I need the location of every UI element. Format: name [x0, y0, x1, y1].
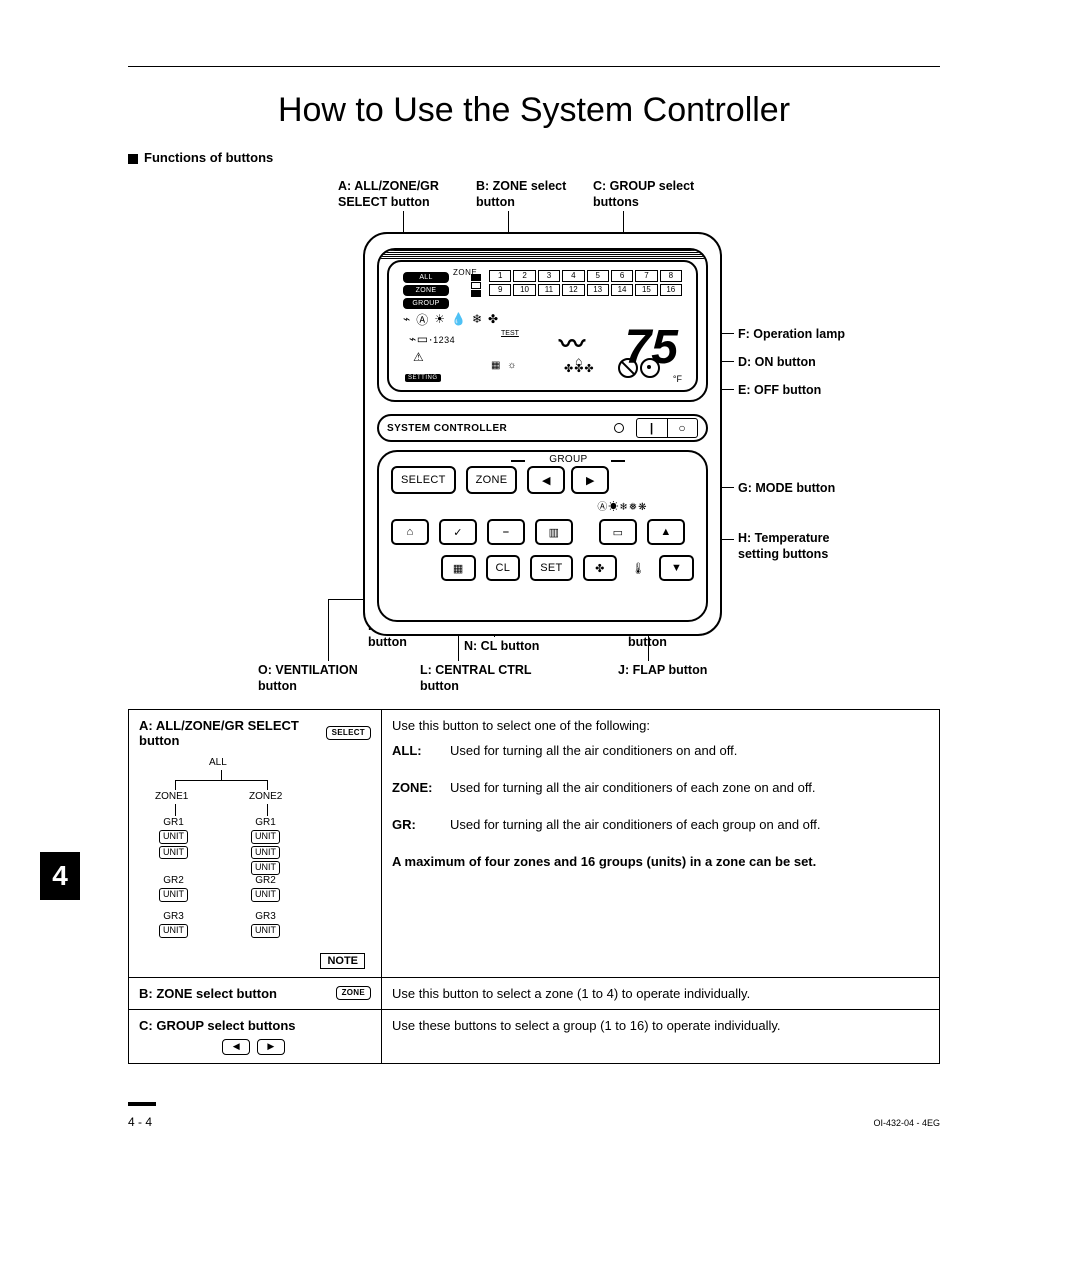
- mode-all-pill: ALL: [403, 272, 449, 283]
- note-badge: NOTE: [320, 953, 365, 969]
- row-c-head: C: GROUP select buttons: [139, 1018, 296, 1033]
- ventilation-button[interactable]: ⌂: [391, 519, 429, 545]
- group-prev-button[interactable]: ◀: [527, 466, 565, 494]
- thermometer-icon: 🌡: [631, 562, 645, 575]
- callout-a: A: ALL/ZONE/GR SELECT button: [338, 179, 468, 210]
- sun-icon: ☀: [434, 312, 445, 326]
- def-zone-term: ZONE:: [392, 780, 444, 795]
- page-title: How to Use the System Controller: [128, 91, 940, 130]
- group-cell: 13: [587, 284, 609, 296]
- temperature-display: 75: [625, 320, 678, 375]
- section-header: Functions of buttons: [128, 150, 940, 165]
- chapter-tab: 4: [40, 852, 80, 900]
- operation-lamp: [614, 423, 624, 433]
- callout-e: E: OFF button: [738, 383, 821, 399]
- callout-o: O: VENTILATION button: [258, 663, 368, 694]
- callout-d: D: ON button: [738, 355, 816, 371]
- set-button[interactable]: SET: [530, 555, 572, 581]
- row-b-desc: Use this button to select a zone (1 to 4…: [382, 978, 940, 1010]
- central-button[interactable]: ▥: [535, 519, 573, 545]
- callout-n: N: CL button: [464, 639, 539, 655]
- def-gr-term: GR:: [392, 817, 444, 832]
- off-button[interactable]: ○: [668, 419, 698, 437]
- temp-unit: °F: [673, 374, 682, 384]
- fan-bold-icon: ✤: [488, 312, 498, 326]
- group-cell: 2: [513, 270, 535, 282]
- mode-zone-pill: ZONE: [403, 285, 449, 296]
- zone-indicator-icon: [471, 274, 481, 296]
- footer-page-number: 4 - 4: [128, 1115, 152, 1129]
- temp-up-button[interactable]: ▲: [647, 519, 685, 545]
- callout-f: F: Operation lamp: [738, 327, 845, 343]
- zone-mini-button: ZONE: [336, 986, 371, 1000]
- def-all-term: ALL:: [392, 743, 444, 758]
- select-mini-button: SELECT: [326, 726, 371, 740]
- group-cell: 16: [660, 284, 682, 296]
- flap-button[interactable]: ⎯: [487, 519, 525, 545]
- drop-icon: 💧: [451, 312, 466, 326]
- plug-icon: ⌁: [403, 312, 410, 326]
- group-cell: 10: [513, 284, 535, 296]
- mode-button[interactable]: ▭: [599, 519, 637, 545]
- callout-h: H: Temperature setting buttons: [738, 531, 848, 562]
- select-button[interactable]: SELECT: [391, 466, 456, 494]
- group-cell: 4: [562, 270, 584, 282]
- group-cell: 6: [611, 270, 633, 282]
- test-label: TEST: [501, 330, 519, 337]
- check-button[interactable]: ✓: [439, 519, 477, 545]
- controller-diagram: A: ALL/ZONE/GR SELECT button B: ZONE sel…: [228, 179, 848, 709]
- callout-c: C: GROUP select buttons: [593, 179, 723, 210]
- a-circle-icon: Ⓐ: [416, 311, 428, 328]
- callout-j: J: FLAP button: [618, 663, 707, 679]
- mode-group-pill: GROUP: [403, 298, 449, 309]
- callout-l: L: CENTRAL CTRL button: [420, 663, 540, 694]
- snow-icon: ❄: [472, 312, 482, 326]
- lcd-screen: ALL ZONE GROUP ZONE 12345678910111213141…: [377, 248, 708, 402]
- footer-bar: [128, 1102, 156, 1106]
- def-gr-text: Used for turning all the air conditioner…: [450, 817, 929, 832]
- group-cell: 11: [538, 284, 560, 296]
- grid-button[interactable]: ▦: [441, 555, 476, 581]
- row-a-desc: Use this button to select one of the fol…: [392, 718, 929, 733]
- def-zone-text: Used for turning all the air conditioner…: [450, 780, 929, 795]
- def-all-text: Used for turning all the air conditioner…: [450, 743, 929, 758]
- fan-level-icons: ✤✤✤: [564, 362, 595, 375]
- group-cell: 3: [538, 270, 560, 282]
- right-mini-button: ▶: [257, 1039, 285, 1055]
- callout-b: B: ZONE select button: [476, 179, 596, 210]
- swirl-icon: 〰: [559, 324, 585, 361]
- note-text: A maximum of four zones and 16 groups (u…: [392, 854, 929, 869]
- warning-icon: ⚠: [413, 350, 424, 364]
- hierarchy-diagram: ALL ZONE1 ZONE2 GR1 UNIT UNIT: [139, 756, 371, 946]
- group-cell: 14: [611, 284, 633, 296]
- group-cell: 8: [660, 270, 682, 282]
- temp-down-button[interactable]: ▼: [659, 555, 694, 581]
- device-label: SYSTEM CONTROLLER: [387, 423, 507, 434]
- on-button[interactable]: |: [637, 419, 668, 437]
- left-mini-button: ◀: [222, 1039, 250, 1055]
- button-panel: SELECT ZONE GROUP ◀ ▶ Ⓐ☀❄❅❋ ⌂ ✓ ⎯ ▥: [377, 450, 708, 622]
- setting-label: SETTING: [405, 374, 441, 382]
- mode-icons-row: Ⓐ☀❄❅❋: [551, 498, 694, 513]
- fan-speed-button[interactable]: ✤: [583, 555, 618, 581]
- function-table: A: ALL/ZONE/GR SELECT button SELECT ALL …: [128, 709, 940, 1064]
- system-controller-device: ALL ZONE GROUP ZONE 12345678910111213141…: [363, 232, 722, 636]
- mid-icons: ▦ ☼: [491, 360, 518, 371]
- group-cell: 1: [489, 270, 511, 282]
- row-c-desc: Use these buttons to select a group (1 t…: [382, 1010, 940, 1064]
- group-cell: 9: [489, 284, 511, 296]
- zone-button[interactable]: ZONE: [466, 466, 518, 494]
- group-next-button[interactable]: ▶: [571, 466, 609, 494]
- footer-doc-id: OI-432-04 - 4EG: [873, 1118, 940, 1128]
- callout-g: G: MODE button: [738, 481, 835, 497]
- cl-button[interactable]: CL: [486, 555, 521, 581]
- row-b-head: B: ZONE select button: [139, 986, 277, 1001]
- group-cell: 15: [635, 284, 657, 296]
- row-a-head: A: ALL/ZONE/GR SELECT button: [139, 718, 320, 748]
- group-cell: 7: [635, 270, 657, 282]
- group-number-grid: 12345678910111213141516: [489, 270, 682, 296]
- group-cell: 5: [587, 270, 609, 282]
- group-label: GROUP: [549, 454, 587, 465]
- group-cell: 12: [562, 284, 584, 296]
